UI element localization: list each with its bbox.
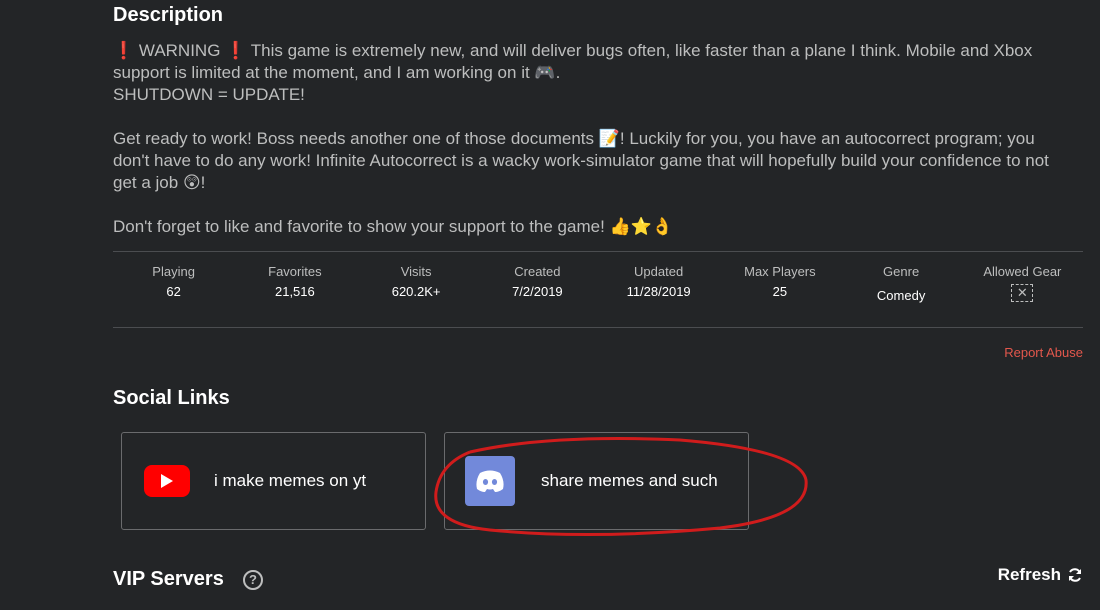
stat-allowed-gear: Allowed Gear ✕ <box>962 264 1083 306</box>
game-stats: Playing 62 Favorites 21,516 Visits 620.2… <box>113 264 1083 306</box>
stat-label: Created <box>514 264 561 279</box>
stat-created: Created 7/2/2019 <box>477 264 598 306</box>
social-link-label: share memes and such <box>541 471 718 490</box>
description-line-1: This game is extremely new, and will del… <box>113 41 1033 82</box>
stat-label: Favorites <box>268 264 322 279</box>
warning-mark-icon: ❗ <box>113 41 135 60</box>
social-link-label: i make memes on yt <box>214 471 367 490</box>
description-paragraph-3: Don't forget to like and favorite to sho… <box>113 217 674 236</box>
stat-updated: Updated 11/28/2019 <box>598 264 719 306</box>
discord-icon <box>465 456 515 506</box>
stat-visits: Visits 620.2K+ <box>356 264 477 306</box>
youtube-icon <box>144 465 190 497</box>
warning-word: WARNING <box>138 41 221 60</box>
stat-value: 25 <box>772 284 788 299</box>
social-links-title: Social Links <box>113 387 230 409</box>
description-title: Description <box>113 4 224 26</box>
stat-label: Updated <box>634 264 684 279</box>
stat-genre: Genre Comedy <box>841 264 962 306</box>
stat-value: 7/2/2019 <box>512 284 563 299</box>
stat-label: Genre <box>883 264 920 279</box>
stat-value: 21,516 <box>274 284 315 299</box>
description-paragraph-2: Get ready to work! Boss needs another on… <box>113 129 1049 192</box>
help-icon[interactable]: ? <box>243 570 263 590</box>
refresh-button[interactable]: Refresh <box>998 565 1083 585</box>
no-gear-icon: ✕ <box>1011 284 1034 302</box>
divider <box>113 251 1083 252</box>
divider <box>113 327 1083 328</box>
social-link-youtube[interactable]: i make memes on yt <box>121 432 426 530</box>
stat-favorites: Favorites 21,516 <box>234 264 355 306</box>
stat-label: Max Players <box>744 264 816 279</box>
stat-label: Playing <box>152 264 195 279</box>
stat-value: Comedy <box>876 288 926 303</box>
stat-value: 62 <box>166 284 181 299</box>
warning-mark-icon: ❗ <box>225 41 247 60</box>
social-link-discord[interactable]: share memes and such <box>444 432 749 530</box>
refresh-label: Refresh <box>997 565 1061 584</box>
report-abuse-link[interactable]: Report Abuse <box>1004 345 1083 360</box>
description-line-2: SHUTDOWN = UPDATE! <box>113 85 305 104</box>
refresh-icon <box>1069 568 1081 582</box>
stat-value: 11/28/2019 <box>626 284 691 299</box>
stat-max-players: Max Players 25 <box>719 264 840 306</box>
description-text: ❗ WARNING ❗ This game is extremely new, … <box>113 40 1073 238</box>
stat-label: Allowed Gear <box>983 264 1062 279</box>
stat-playing: Playing 62 <box>113 264 234 306</box>
stat-value: 620.2K+ <box>391 284 441 299</box>
vip-servers-title: VIP Servers <box>113 568 224 590</box>
stat-label: Visits <box>400 264 432 279</box>
